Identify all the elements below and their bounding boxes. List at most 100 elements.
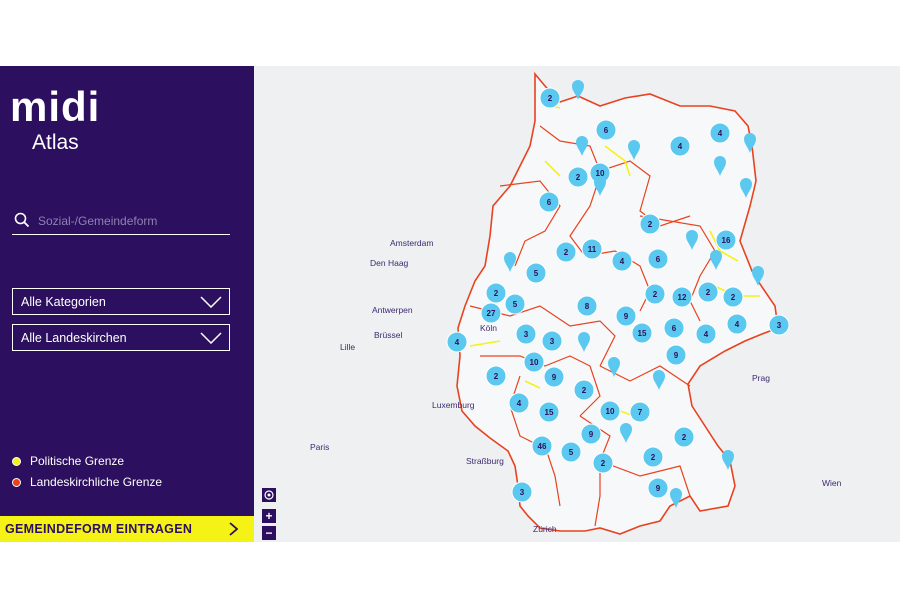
cluster-count: 6	[604, 126, 609, 135]
cluster-marker[interactable]: 5	[560, 441, 582, 463]
cluster-marker[interactable]: 6	[647, 248, 669, 270]
cluster-marker[interactable]: 5	[504, 293, 526, 315]
zoom-out-button[interactable]: −	[262, 526, 276, 540]
cluster-marker[interactable]: 27	[480, 302, 502, 324]
cluster-marker[interactable]: 4	[446, 331, 468, 353]
cluster-marker[interactable]: 3	[511, 481, 533, 503]
cluster-marker[interactable]: 7	[629, 401, 651, 423]
cluster-marker[interactable]: 2	[485, 282, 507, 304]
cluster-marker[interactable]: 4	[726, 313, 748, 335]
cluster-marker[interactable]: 3	[515, 323, 537, 345]
cluster-marker[interactable]: 15	[538, 401, 560, 423]
cluster-marker[interactable]: 9	[580, 423, 602, 445]
logo-brand: midi	[10, 83, 101, 130]
cluster-count: 10	[530, 358, 539, 367]
cluster-count: 9	[589, 430, 594, 439]
city-label: Paris	[310, 442, 329, 452]
cluster-marker[interactable]: 2	[567, 166, 589, 188]
city-label: Straßburg	[466, 456, 504, 466]
cluster-count: 15	[638, 329, 647, 338]
red-dot-icon	[12, 477, 21, 487]
city-label: Zürich	[533, 524, 557, 534]
cluster-marker[interactable]: 9	[543, 366, 565, 388]
cluster-marker[interactable]: 4	[709, 122, 731, 144]
cluster-count: 4	[455, 338, 460, 347]
add-community-button-label: GEMEINDEFORM EINTRAGEN	[5, 522, 193, 536]
add-community-button[interactable]: GEMEINDEFORM EINTRAGEN	[0, 516, 254, 542]
cluster-marker[interactable]: 9	[647, 477, 669, 499]
search-box[interactable]	[12, 210, 230, 235]
cluster-marker[interactable]: 5	[525, 262, 547, 284]
cluster-marker[interactable]: 3	[768, 314, 790, 336]
cluster-marker[interactable]: 3	[541, 330, 563, 352]
cluster-marker[interactable]: 46	[531, 435, 553, 457]
cluster-marker[interactable]: 4	[611, 250, 633, 272]
cluster-marker[interactable]: 2	[539, 87, 561, 109]
cluster-marker[interactable]: 16	[715, 229, 737, 251]
cluster-marker[interactable]: 2	[555, 241, 577, 263]
cluster-marker[interactable]: 6	[538, 191, 560, 213]
city-label: Wien	[822, 478, 842, 488]
cluster-marker[interactable]: 2	[642, 446, 664, 468]
cluster-count: 9	[674, 351, 679, 360]
cluster-count: 11	[588, 245, 597, 254]
cluster-marker[interactable]: 6	[663, 317, 685, 339]
cluster-marker[interactable]: 4	[508, 392, 530, 414]
cluster-marker[interactable]: 2	[697, 281, 719, 303]
cluster-marker[interactable]: 15	[631, 322, 653, 344]
cluster-count: 27	[487, 309, 496, 318]
cluster-count: 2	[682, 433, 687, 442]
church-select-label: Alle Landeskirchen	[21, 331, 127, 345]
cluster-marker[interactable]: 9	[665, 344, 687, 366]
cluster-count: 9	[656, 484, 661, 493]
zoom-in-button[interactable]: +	[262, 509, 276, 523]
cluster-marker[interactable]: 9	[615, 305, 637, 327]
cluster-count: 3	[550, 337, 555, 346]
cluster-count: 2	[564, 248, 569, 257]
cluster-count: 6	[672, 324, 677, 333]
cluster-count: 4	[678, 142, 683, 151]
cluster-marker[interactable]: 2	[573, 379, 595, 401]
cluster-marker[interactable]: 2	[639, 213, 661, 235]
cluster-count: 5	[569, 448, 574, 457]
cluster-count: 2	[731, 293, 736, 302]
city-label: Antwerpen	[372, 305, 413, 315]
city-label: Köln	[480, 323, 497, 333]
logo-product: Atlas	[32, 131, 79, 154]
chevron-down-icon	[200, 332, 222, 344]
category-select[interactable]: Alle Kategorien	[12, 288, 230, 315]
cluster-count: 15	[545, 408, 554, 417]
cluster-marker[interactable]: 10	[523, 351, 545, 373]
cluster-count: 5	[513, 300, 518, 309]
yellow-dot-icon	[12, 456, 21, 466]
cluster-marker[interactable]: 4	[669, 135, 691, 157]
cluster-marker[interactable]: 2	[722, 286, 744, 308]
cluster-marker[interactable]: 4	[695, 323, 717, 345]
cluster-count: 5	[534, 269, 539, 278]
cluster-count: 10	[606, 407, 615, 416]
church-select[interactable]: Alle Landeskirchen	[12, 324, 230, 351]
category-select-label: Alle Kategorien	[21, 295, 106, 309]
cluster-marker[interactable]: 2	[592, 452, 614, 474]
cluster-count: 2	[494, 289, 499, 298]
sidebar: midi Atlas Alle Kategorien Alle Landeski…	[0, 66, 254, 542]
chevron-down-icon	[200, 296, 222, 308]
cluster-marker[interactable]: 2	[673, 426, 695, 448]
cluster-marker[interactable]: 12	[671, 286, 693, 308]
cluster-marker[interactable]: 6	[595, 119, 617, 141]
cluster-count: 2	[582, 386, 587, 395]
cluster-marker[interactable]: 10	[599, 400, 621, 422]
locate-button[interactable]	[262, 488, 276, 502]
cluster-marker[interactable]: 2	[485, 365, 507, 387]
cluster-marker[interactable]: 8	[576, 295, 598, 317]
cluster-marker[interactable]: 2	[644, 283, 666, 305]
cluster-count: 2	[548, 94, 553, 103]
cluster-count: 4	[718, 129, 723, 138]
cluster-count: 2	[576, 173, 581, 182]
city-label: Luxemburg	[432, 400, 475, 410]
cluster-count: 3	[520, 488, 525, 497]
legend-political-label: Politische Grenze	[30, 454, 125, 468]
cluster-count: 3	[777, 321, 782, 330]
search-input[interactable]	[36, 211, 230, 231]
cluster-marker[interactable]: 11	[581, 238, 603, 260]
